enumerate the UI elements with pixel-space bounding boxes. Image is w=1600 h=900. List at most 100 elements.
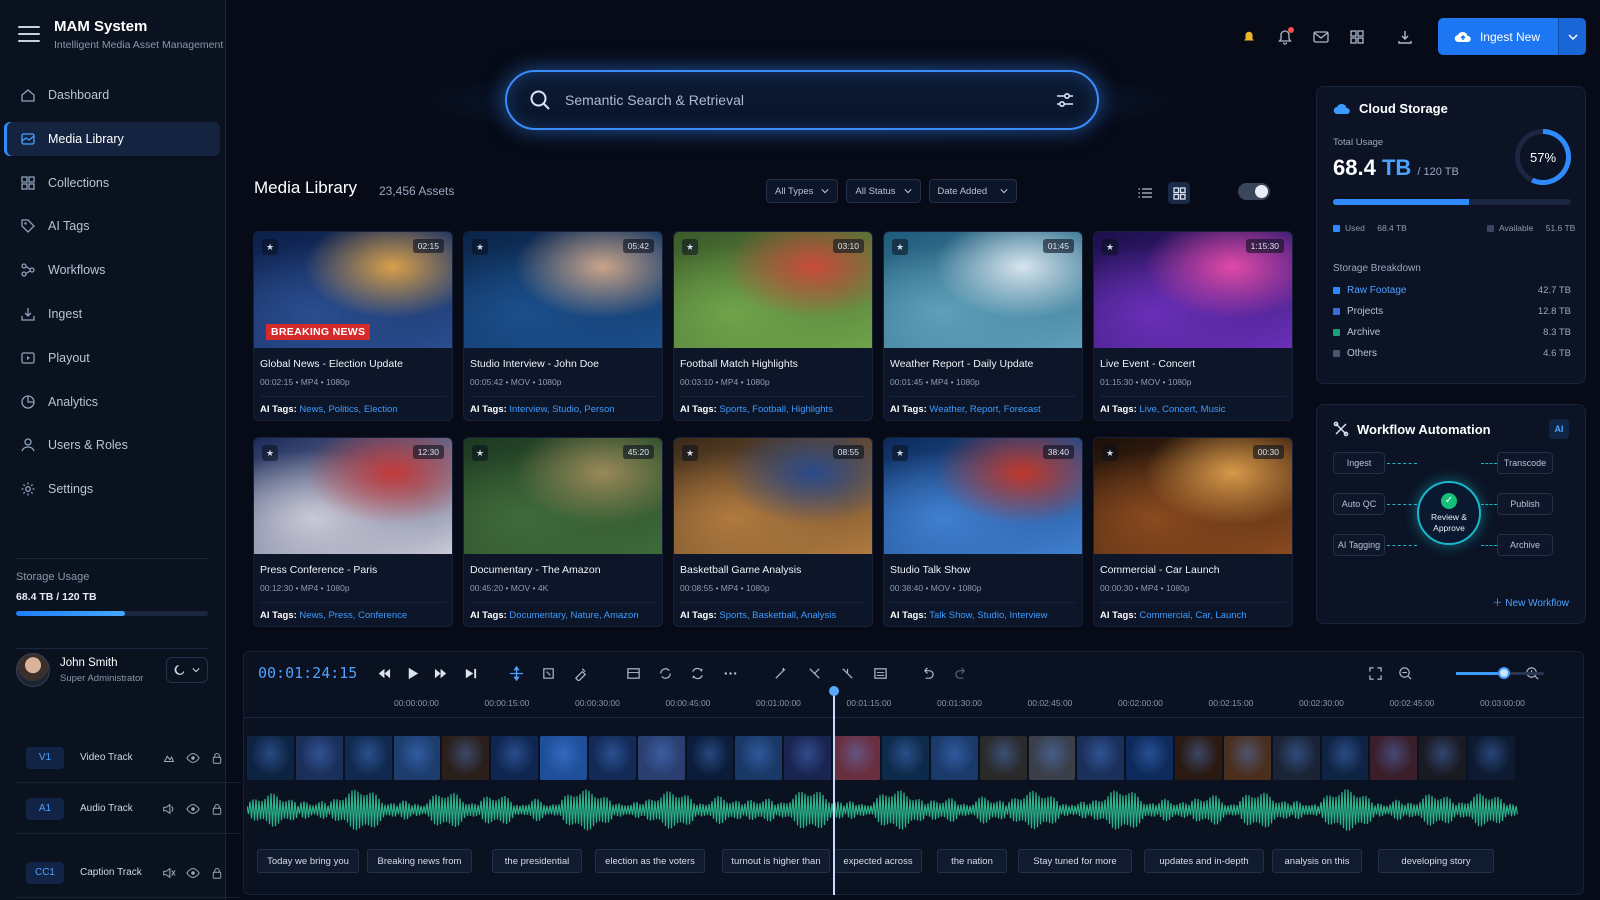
lock-icon[interactable] bbox=[210, 802, 224, 816]
media-card[interactable]: ★ 12:30 Press Conference - Paris 00:12:30 •… bbox=[253, 437, 453, 627]
ingest-dropdown-button[interactable] bbox=[1558, 18, 1586, 55]
workflow-node-auto-qc[interactable]: Auto QC bbox=[1333, 493, 1385, 515]
media-thumbnail[interactable]: ★ 05:42 bbox=[464, 232, 662, 348]
fit-screen-icon[interactable] bbox=[1364, 662, 1386, 684]
ai-tags-values[interactable]: Interview, Studio, Person bbox=[509, 404, 614, 415]
filter-dropdown-all-types[interactable]: All Types bbox=[766, 179, 839, 203]
media-thumbnail[interactable]: ★ 02:15 BREAKING NEWS bbox=[254, 232, 452, 348]
sidebar-item-collections[interactable]: Collections bbox=[4, 166, 220, 200]
mute-icon[interactable] bbox=[162, 866, 176, 880]
favorite-star-icon[interactable]: ★ bbox=[262, 239, 278, 255]
caption-clip[interactable]: the nation bbox=[937, 849, 1007, 873]
media-card[interactable]: ★ 01:45 Weather Report - Daily Update 00:01… bbox=[883, 231, 1083, 421]
list-view-button[interactable] bbox=[1134, 182, 1156, 204]
workflow-node-transcode[interactable]: Transcode bbox=[1497, 452, 1553, 474]
ai-tags-values[interactable]: Sports, Basketball, Analysis bbox=[719, 610, 836, 621]
caption-clip[interactable]: Breaking news from bbox=[367, 849, 472, 873]
ai-tags-values[interactable]: Live, Concert, Music bbox=[1139, 404, 1225, 415]
ai-tags-values[interactable]: Talk Show, Studio, Interview bbox=[929, 610, 1047, 621]
media-card[interactable]: ★ 02:15 BREAKING NEWS Global News - Electio… bbox=[253, 231, 453, 421]
media-thumbnail[interactable]: ★ 38:40 bbox=[884, 438, 1082, 554]
workflow-node-ingest[interactable]: Ingest bbox=[1333, 452, 1385, 474]
zoom-out-icon[interactable] bbox=[1394, 662, 1416, 684]
eye-icon[interactable] bbox=[186, 751, 200, 765]
ai-tags-values[interactable]: News, Politics, Election bbox=[299, 404, 397, 415]
lock-icon[interactable] bbox=[210, 751, 224, 765]
redo-icon[interactable] bbox=[950, 662, 972, 684]
favorite-star-icon[interactable]: ★ bbox=[682, 445, 698, 461]
caption-clip[interactable]: analysis on this bbox=[1272, 849, 1362, 873]
ai-tags-values[interactable]: Weather, Report, Forecast bbox=[929, 404, 1040, 415]
favorite-star-icon[interactable]: ★ bbox=[472, 239, 488, 255]
favorite-star-icon[interactable]: ★ bbox=[472, 445, 488, 461]
semantic-search-bar[interactable]: Semantic Search & Retrieval bbox=[505, 70, 1099, 130]
media-card[interactable]: ★ 38:40 Studio Talk Show 00:38:40 • MOV • 1… bbox=[883, 437, 1083, 627]
media-thumbnail[interactable]: ★ 00:30 bbox=[1094, 438, 1292, 554]
subtitles-icon[interactable] bbox=[869, 662, 891, 684]
sync-icon[interactable] bbox=[686, 662, 708, 684]
audio-waveform[interactable] bbox=[247, 785, 1545, 835]
grid-view-button[interactable] bbox=[1168, 182, 1190, 204]
eye-icon[interactable] bbox=[186, 802, 200, 816]
media-card[interactable]: ★ 00:30 Commercial - Car Launch 00:00:30 • … bbox=[1093, 437, 1293, 627]
favorite-star-icon[interactable]: ★ bbox=[1102, 445, 1118, 461]
eye-icon[interactable] bbox=[186, 866, 200, 880]
theme-toggle-button[interactable] bbox=[166, 657, 208, 683]
zoom-slider-handle[interactable] bbox=[1498, 667, 1511, 679]
storyboard-icon[interactable] bbox=[622, 662, 644, 684]
track-id-badge[interactable]: A1 bbox=[26, 797, 64, 820]
caption-clip[interactable]: election as the voters bbox=[595, 849, 705, 873]
workflow-node-archive[interactable]: Archive bbox=[1497, 534, 1553, 556]
filter-dropdown-all-status[interactable]: All Status bbox=[846, 179, 921, 203]
media-card[interactable]: ★ 1:15:30 Live Event - Concert 01:15:30 • M… bbox=[1093, 231, 1293, 421]
caption-clip[interactable]: Stay tuned for more bbox=[1018, 849, 1132, 873]
rewind-icon[interactable] bbox=[372, 662, 394, 684]
media-thumbnail[interactable]: ★ 45:20 bbox=[464, 438, 662, 554]
search-input[interactable]: Semantic Search & Retrieval bbox=[565, 92, 1041, 108]
cut-icon[interactable] bbox=[803, 662, 825, 684]
effects-icon[interactable] bbox=[162, 751, 176, 765]
favorite-star-icon[interactable]: ★ bbox=[262, 445, 278, 461]
ai-tags-values[interactable]: Documentary, Nature, Amazon bbox=[509, 610, 638, 621]
caption-clip[interactable]: expected across bbox=[834, 849, 922, 873]
volume-icon[interactable] bbox=[162, 802, 176, 816]
notification-bell-icon[interactable] bbox=[1274, 26, 1296, 48]
sidebar-item-workflows[interactable]: Workflows bbox=[4, 253, 220, 287]
media-card[interactable]: ★ 05:42 Studio Interview - John Doe 00:05:4… bbox=[463, 231, 663, 421]
selection-tool-icon[interactable] bbox=[505, 662, 527, 684]
filter-sliders-icon[interactable] bbox=[1055, 90, 1075, 110]
loop-icon[interactable] bbox=[654, 662, 676, 684]
magic-wand-icon[interactable] bbox=[769, 662, 791, 684]
view-toggle-switch[interactable] bbox=[1238, 183, 1270, 200]
sidebar-item-analytics[interactable]: Analytics bbox=[4, 385, 220, 419]
sidebar-item-media-library[interactable]: Media Library bbox=[4, 121, 220, 156]
sidebar-item-ingest[interactable]: Ingest bbox=[4, 297, 220, 331]
media-thumbnail[interactable]: ★ 01:45 bbox=[884, 232, 1082, 348]
track-id-badge[interactable]: V1 bbox=[26, 746, 64, 769]
media-thumbnail[interactable]: ★ 03:10 bbox=[674, 232, 872, 348]
favorite-star-icon[interactable]: ★ bbox=[682, 239, 698, 255]
user-profile[interactable]: John Smith Super Administrator bbox=[16, 648, 208, 687]
ai-tags-values[interactable]: Sports, Football, Highlights bbox=[719, 404, 833, 415]
ai-tags-values[interactable]: News, Press, Conference bbox=[299, 610, 407, 621]
play-icon[interactable] bbox=[401, 662, 423, 684]
sidebar-item-users-roles[interactable]: Users & Roles bbox=[4, 428, 220, 462]
video-track-clips[interactable] bbox=[247, 733, 1545, 783]
download-icon[interactable] bbox=[1394, 26, 1416, 48]
undo-icon[interactable] bbox=[916, 662, 938, 684]
caption-clip[interactable]: updates and in-depth bbox=[1144, 849, 1264, 873]
alert-icon[interactable] bbox=[1238, 26, 1260, 48]
sidebar-item-dashboard[interactable]: Dashboard bbox=[4, 78, 220, 112]
caption-clip[interactable]: the presidential bbox=[492, 849, 582, 873]
track-id-badge[interactable]: CC1 bbox=[26, 861, 64, 884]
breakdown-name[interactable]: Raw Footage bbox=[1347, 285, 1406, 296]
workflow-node-ai-tagging[interactable]: AI Tagging bbox=[1333, 534, 1385, 556]
media-thumbnail[interactable]: ★ 08:55 bbox=[674, 438, 872, 554]
review-approve-node[interactable]: ✓ Review & Approve bbox=[1417, 481, 1481, 545]
filter-dropdown-date-added[interactable]: Date Added bbox=[928, 179, 1017, 203]
media-thumbnail[interactable]: ★ 1:15:30 bbox=[1094, 232, 1292, 348]
sidebar-item-settings[interactable]: Settings bbox=[4, 472, 220, 506]
media-card[interactable]: ★ 45:20 Documentary - The Amazon 00:45:20 •… bbox=[463, 437, 663, 627]
media-card[interactable]: ★ 08:55 Basketball Game Analysis 00:08:55 •… bbox=[673, 437, 873, 627]
razor-tool-icon[interactable] bbox=[569, 662, 591, 684]
